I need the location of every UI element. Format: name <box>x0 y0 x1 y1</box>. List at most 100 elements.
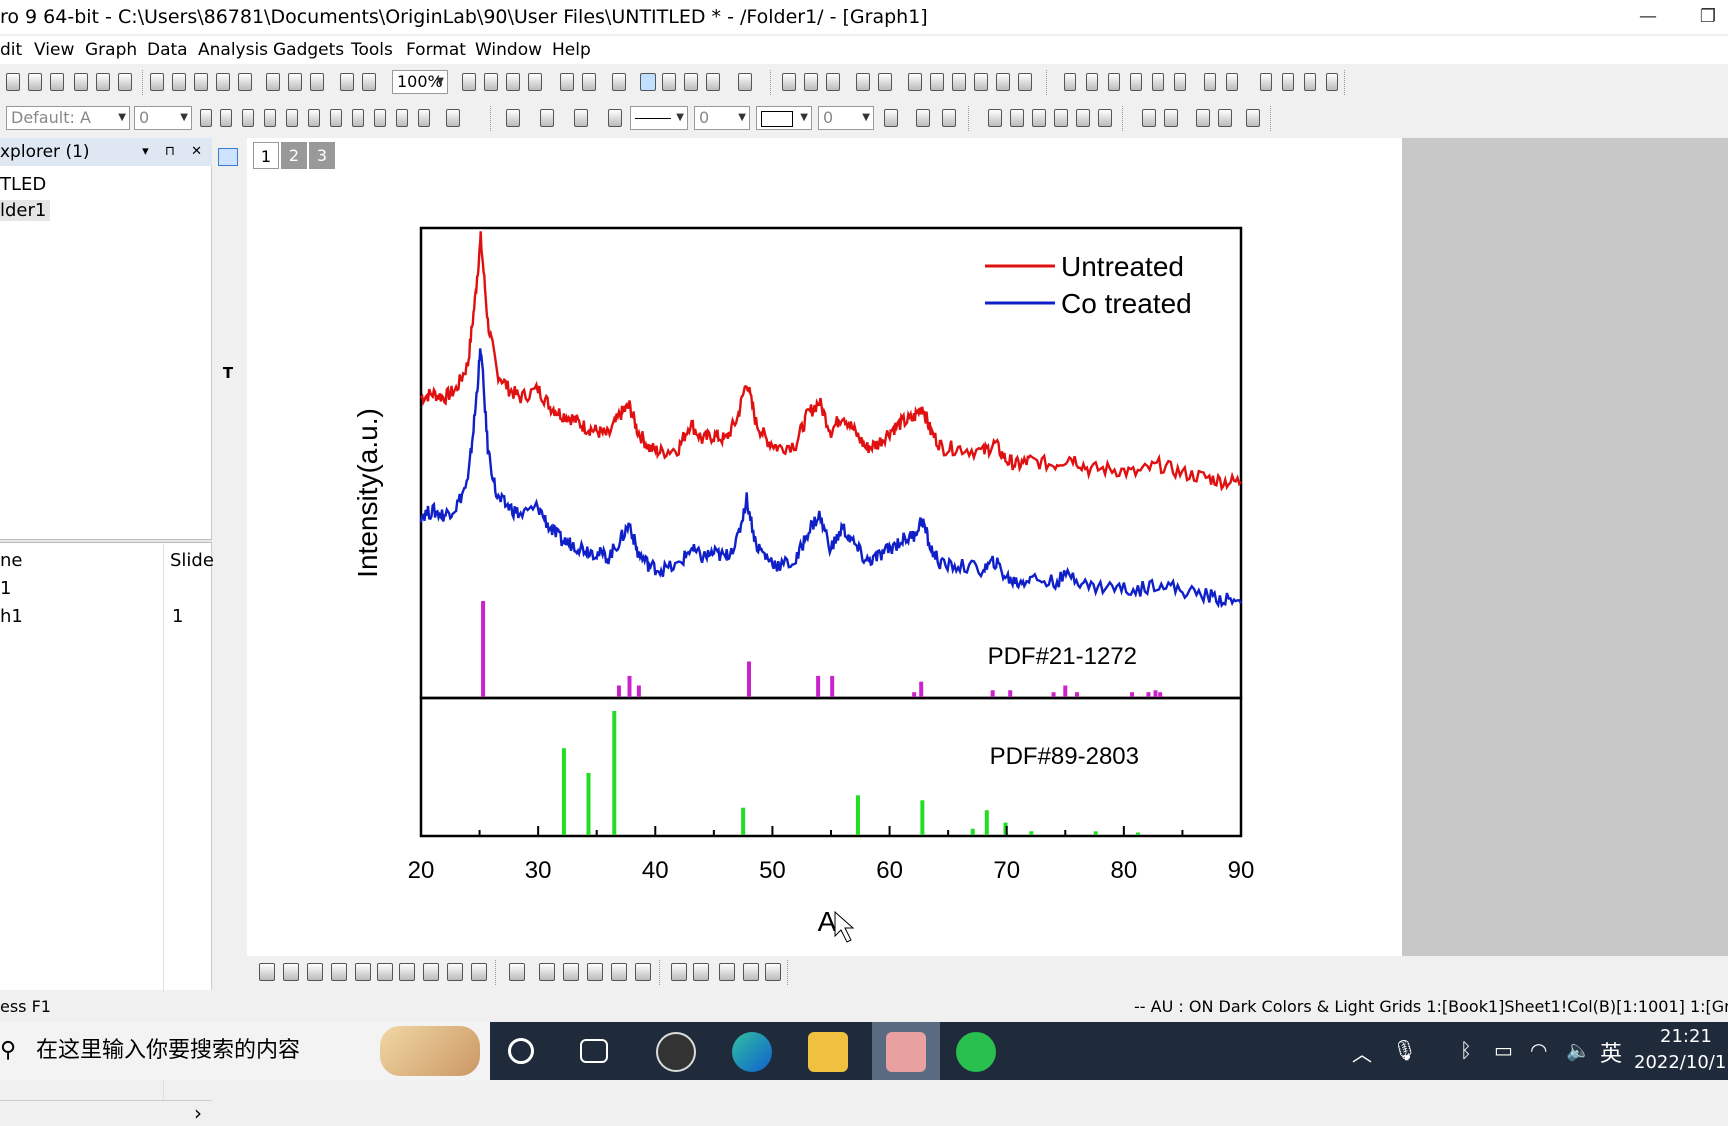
font-combo[interactable]: Default: A ▼ <box>6 106 130 130</box>
explorer-splitter[interactable] <box>0 539 212 543</box>
explorer-window-buttons[interactable]: ▾ ⊓ ✕ <box>142 138 208 166</box>
redraw-icon[interactable] <box>1164 109 1178 127</box>
tree-item-folder[interactable]: lder1 <box>0 200 51 221</box>
command-window-icon[interactable] <box>582 73 596 91</box>
fill-color-icon[interactable] <box>506 109 520 127</box>
next-sheet-icon[interactable] <box>1304 73 1316 91</box>
mask-color-icon[interactable] <box>1098 109 1112 127</box>
menu-help[interactable]: Help <box>552 36 591 64</box>
stacked-plot-icon[interactable] <box>377 963 393 981</box>
save-project-icon[interactable] <box>216 73 230 91</box>
previous-sheet-icon[interactable] <box>1282 73 1294 91</box>
tray-expand-icon[interactable]: ︿ <box>1352 1038 1372 1067</box>
code-builder-icon[interactable] <box>640 73 656 91</box>
ime-indicator[interactable]: 英 <box>1600 1036 1622 1068</box>
import-wizard-icon[interactable] <box>310 73 324 91</box>
bring-forward-icon[interactable] <box>563 963 579 981</box>
wifi-icon[interactable]: ◠ <box>1530 1038 1547 1062</box>
arrange-icon[interactable] <box>1196 109 1210 127</box>
set-y-icon[interactable] <box>1086 73 1098 91</box>
swap-mask-icon[interactable] <box>1054 109 1068 127</box>
table-icon[interactable] <box>942 109 956 127</box>
recalculate-icon[interactable] <box>362 73 376 91</box>
menu-view[interactable]: View <box>34 36 74 64</box>
subgroup-icon[interactable] <box>1226 73 1238 91</box>
pointer-tool-icon[interactable] <box>218 148 238 166</box>
obs-icon[interactable] <box>656 1032 696 1072</box>
send-back-icon[interactable] <box>539 963 555 981</box>
arrow-tool-icon[interactable] <box>218 388 238 406</box>
menu-format[interactable]: Format <box>406 36 466 64</box>
subscript-icon[interactable] <box>286 109 298 127</box>
right-align-icon[interactable] <box>418 109 430 127</box>
box-plot-icon[interactable] <box>447 963 463 981</box>
duplicate-icon[interactable] <box>340 73 354 91</box>
new-function-icon[interactable] <box>118 73 132 91</box>
italic-icon[interactable] <box>220 109 232 127</box>
export-icon[interactable] <box>506 73 520 91</box>
zoom-out-tool-icon[interactable] <box>218 196 238 214</box>
ungroup-objects-icon[interactable] <box>693 963 709 981</box>
fill-range-icon[interactable] <box>878 73 892 91</box>
swap-layers-icon[interactable] <box>1218 109 1232 127</box>
menu-analysis[interactable]: Analysis <box>198 36 268 64</box>
align-left-icon[interactable] <box>743 963 759 981</box>
new-layout-icon[interactable] <box>96 73 110 91</box>
tree-item-project[interactable]: TLED <box>0 174 46 195</box>
microphone-icon[interactable]: 🎙 <box>1392 1038 1417 1062</box>
greek-icon[interactable] <box>330 109 342 127</box>
new-graph-icon[interactable] <box>50 73 64 91</box>
bluetooth-icon[interactable]: ᛒ <box>1460 1038 1472 1062</box>
sort-icon[interactable] <box>826 73 840 91</box>
column-plot-icon[interactable] <box>331 963 347 981</box>
menu-edit[interactable]: dit <box>0 36 22 64</box>
data-reader-icon[interactable] <box>218 244 238 262</box>
left-align-icon[interactable] <box>396 109 408 127</box>
set-column-values-icon[interactable] <box>856 73 870 91</box>
new-project-icon[interactable] <box>6 73 20 91</box>
results-log-icon[interactable] <box>528 73 542 91</box>
project-explorer-icon[interactable] <box>612 73 626 91</box>
layer-tool-icon[interactable] <box>218 556 238 574</box>
set-label-icon[interactable] <box>1152 73 1164 91</box>
menu-data[interactable]: Data <box>147 36 188 64</box>
reset-filter-icon[interactable] <box>996 73 1010 91</box>
file-explorer-icon[interactable] <box>808 1032 848 1072</box>
merge-graph-icon[interactable] <box>930 73 944 91</box>
pie-plot-icon[interactable] <box>399 963 415 981</box>
horizontal-scrollbar[interactable]: › <box>0 1100 212 1126</box>
message-log-icon[interactable] <box>662 73 676 91</box>
area-plot-icon[interactable] <box>355 963 371 981</box>
group-icon[interactable] <box>1204 73 1216 91</box>
radar-plot-icon[interactable] <box>423 963 439 981</box>
underline-icon[interactable] <box>242 109 254 127</box>
bold-icon[interactable] <box>200 109 212 127</box>
superscript-icon[interactable] <box>264 109 276 127</box>
task-view-icon[interactable] <box>580 1039 608 1063</box>
clock-date[interactable]: 2022/10/1 <box>1634 1052 1726 1073</box>
3d-plot-icon[interactable] <box>471 963 487 981</box>
print-icon[interactable] <box>462 73 476 91</box>
font-size-combo[interactable]: 0 ▼ <box>134 106 192 130</box>
smart-hint-icon[interactable] <box>684 73 698 91</box>
menu-gadgets[interactable]: Gadgets <box>273 36 344 64</box>
import-multiple-icon[interactable] <box>288 73 302 91</box>
graph-page[interactable]: 1 2 3 PDF#21-1272 PDF#89-2803 20 30 40 50 60 70… <box>247 138 1402 956</box>
font-color-icon[interactable] <box>446 109 460 127</box>
line-style-combo[interactable]: ▼ <box>630 106 688 130</box>
line-width-combo[interactable]: 0 ▼ <box>694 106 750 130</box>
line-color-icon[interactable] <box>574 109 588 127</box>
border-width-combo[interactable]: 0 ▼ <box>818 106 874 130</box>
app-center-icon[interactable] <box>706 73 720 91</box>
object-tool-icon[interactable] <box>218 484 238 502</box>
column-statistics-icon[interactable] <box>782 73 796 91</box>
lock-icon[interactable] <box>1246 109 1260 127</box>
zoom-combo[interactable]: 100% ▼ <box>392 70 448 94</box>
new-workbook-icon[interactable] <box>28 73 42 91</box>
increase-font-icon[interactable] <box>352 109 364 127</box>
new-matrix-icon[interactable] <box>74 73 88 91</box>
rescale-icon[interactable] <box>1142 109 1156 127</box>
open-icon[interactable] <box>150 73 164 91</box>
move-tool-icon[interactable] <box>218 532 238 550</box>
battery-icon[interactable]: ▭ <box>1494 1038 1513 1062</box>
